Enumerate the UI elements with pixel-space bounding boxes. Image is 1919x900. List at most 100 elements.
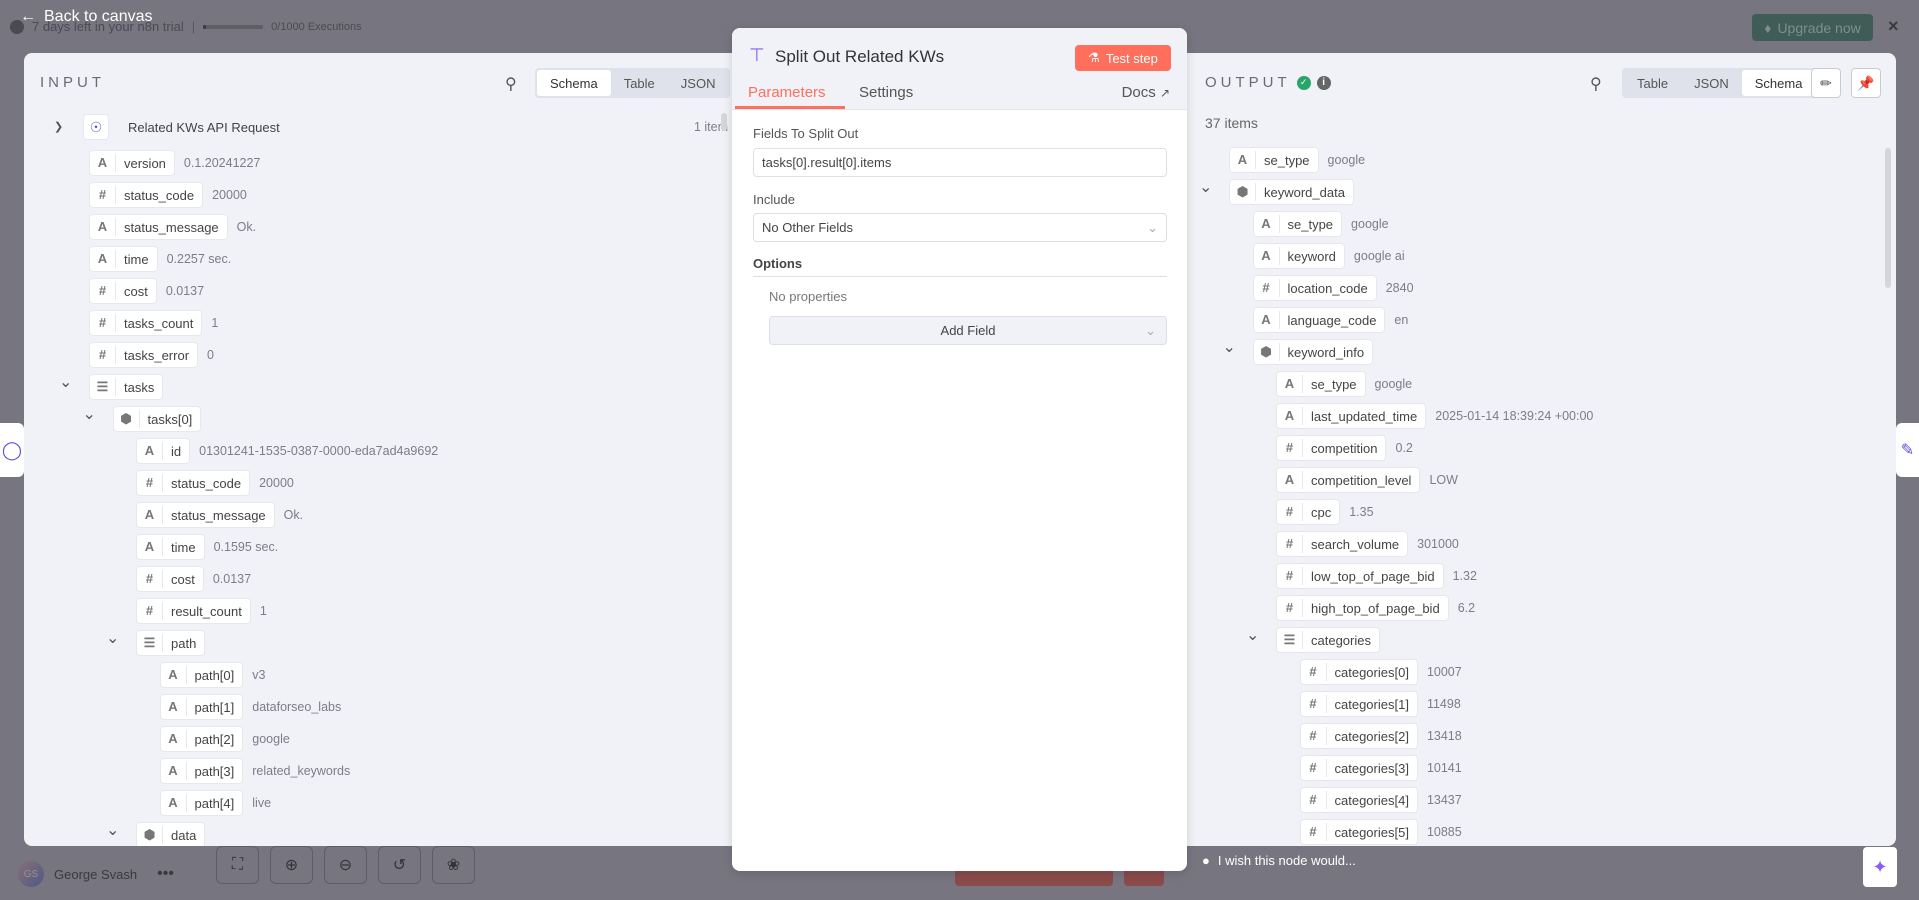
- info-icon[interactable]: i: [1316, 75, 1331, 90]
- schema-row[interactable]: Apath[3] related_keywords: [159, 758, 350, 784]
- schema-row[interactable]: Atime 0.1595 sec.: [136, 534, 278, 560]
- field-pill[interactable]: Apath[2]: [159, 726, 244, 752]
- schema-row[interactable]: Ase_type google: [1229, 147, 1365, 173]
- chevron-down-icon[interactable]: ⌄: [1199, 177, 1212, 197]
- field-pill[interactable]: # categories[1]: [1299, 691, 1418, 717]
- field-pill[interactable]: # tasks_count: [89, 310, 203, 336]
- field-pill[interactable]: ⬢ keyword_info: [1252, 339, 1374, 365]
- schema-row[interactable]: # categories[3] 10141: [1299, 755, 1462, 781]
- field-pill[interactable]: # low_top_of_page_bid: [1276, 563, 1444, 589]
- add-field-button[interactable]: Add Field ⌄: [769, 316, 1167, 345]
- field-pill[interactable]: Astatus_message: [136, 502, 275, 528]
- field-pill[interactable]: # competition: [1276, 435, 1387, 461]
- tab-schema[interactable]: Schema: [537, 70, 611, 96]
- schema-row[interactable]: # categories[0] 10007: [1299, 659, 1462, 685]
- tab-json[interactable]: JSON: [668, 70, 729, 96]
- schema-row[interactable]: ⌄ ⬢ keyword_info: [1223, 339, 1374, 365]
- debug-button[interactable]: ❀: [432, 846, 475, 884]
- field-pill[interactable]: Aversion: [89, 150, 175, 176]
- docs-link[interactable]: Docs ↗: [1122, 84, 1170, 101]
- pin-data-button[interactable]: 📌: [1851, 68, 1881, 98]
- schema-row[interactable]: # tasks_error 0: [89, 342, 214, 368]
- schema-row[interactable]: # categories[2] 13418: [1299, 723, 1462, 749]
- schema-row[interactable]: # search_volume 301000: [1276, 531, 1459, 557]
- schema-row[interactable]: # status_code 20000: [136, 470, 294, 496]
- fields-to-split-input[interactable]: tasks[0].result[0].items: [753, 148, 1167, 177]
- schema-row[interactable]: Ase_type google: [1276, 371, 1412, 397]
- schema-row[interactable]: Apath[0] v3: [159, 662, 265, 688]
- input-scrollbar[interactable]: [721, 113, 727, 131]
- source-node-row[interactable]: ❯ ☉ Related KWs API Request 1 item: [48, 114, 728, 140]
- field-pill[interactable]: Apath[4]: [159, 790, 244, 816]
- test-step-button[interactable]: ⚗ Test step: [1075, 45, 1171, 71]
- schema-row[interactable]: Alast_updated_time 2025-01-14 18:39:24 +0…: [1276, 403, 1593, 429]
- schema-row[interactable]: # cpc 1.35: [1276, 499, 1374, 525]
- schema-row[interactable]: Acompetition_level LOW: [1276, 467, 1458, 493]
- zoom-to-fit-button[interactable]: ⛶: [216, 846, 259, 884]
- field-pill[interactable]: # categories[3]: [1299, 755, 1418, 781]
- field-pill[interactable]: Ase_type: [1229, 147, 1319, 173]
- chevron-down-icon[interactable]: ⌄: [59, 372, 72, 392]
- schema-row[interactable]: # cost 0.0137: [136, 566, 251, 592]
- reset-zoom-button[interactable]: ↺: [378, 846, 421, 884]
- schema-row[interactable]: Apath[4] live: [159, 790, 271, 816]
- ai-assistant-button[interactable]: ✦: [1863, 847, 1897, 887]
- schema-row[interactable]: Alanguage_code en: [1252, 307, 1408, 333]
- schema-row[interactable]: Akeyword google ai: [1252, 243, 1405, 269]
- tab-schema[interactable]: Schema: [1741, 70, 1816, 96]
- tab-parameters[interactable]: Parameters: [748, 84, 826, 101]
- schema-row[interactable]: # tasks_count 1: [89, 310, 218, 336]
- field-pill[interactable]: ⬢ tasks[0]: [112, 406, 202, 432]
- field-pill[interactable]: Atime: [136, 534, 205, 560]
- user-menu[interactable]: GS George Svash •••: [18, 861, 174, 887]
- field-pill[interactable]: Astatus_message: [89, 214, 228, 240]
- field-pill[interactable]: ☰ categories: [1276, 627, 1380, 653]
- chevron-down-icon[interactable]: ⌄: [106, 820, 119, 840]
- schema-row[interactable]: ⌄ ⬢ data: [106, 822, 206, 846]
- more-icon[interactable]: •••: [157, 865, 174, 883]
- field-pill[interactable]: Aid: [136, 438, 191, 464]
- field-pill[interactable]: Apath[0]: [159, 662, 244, 688]
- schema-row[interactable]: ⌄ ☰ categories: [1246, 627, 1380, 653]
- zoom-in-button[interactable]: ⊕: [270, 846, 313, 884]
- field-pill[interactable]: # categories[4]: [1299, 787, 1418, 813]
- field-pill[interactable]: Apath[3]: [159, 758, 244, 784]
- feedback-prompt[interactable]: ● I wish this node would...: [1202, 853, 1356, 868]
- field-pill[interactable]: # result_count: [136, 598, 251, 624]
- include-select[interactable]: No Other Fields ⌄: [753, 213, 1167, 242]
- schema-row[interactable]: Atime 0.2257 sec.: [89, 246, 231, 272]
- zoom-out-button[interactable]: ⊖: [324, 846, 367, 884]
- field-pill[interactable]: # cpc: [1276, 499, 1341, 525]
- search-icon[interactable]: ⚲: [1590, 74, 1602, 94]
- back-to-canvas-button[interactable]: ← Back to canvas: [20, 8, 153, 26]
- field-pill[interactable]: ⬢ data: [136, 822, 206, 846]
- schema-row[interactable]: Ase_type google: [1252, 211, 1389, 237]
- field-pill[interactable]: # search_volume: [1276, 531, 1409, 557]
- schema-row[interactable]: Astatus_message Ok.: [89, 214, 256, 240]
- field-pill[interactable]: Atime: [89, 246, 158, 272]
- field-pill[interactable]: Apath[1]: [159, 694, 244, 720]
- chevron-down-icon[interactable]: ⌄: [83, 404, 96, 424]
- tab-settings[interactable]: Settings: [859, 84, 913, 101]
- field-pill[interactable]: Alast_updated_time: [1276, 403, 1427, 429]
- schema-row[interactable]: Apath[2] google: [159, 726, 290, 752]
- field-pill[interactable]: # categories[5]: [1299, 819, 1418, 845]
- field-pill[interactable]: # categories[0]: [1299, 659, 1418, 685]
- schema-row[interactable]: # cost 0.0137: [89, 278, 204, 304]
- schema-row[interactable]: Astatus_message Ok.: [136, 502, 303, 528]
- field-pill[interactable]: # categories[2]: [1299, 723, 1418, 749]
- chevron-down-icon[interactable]: ⌄: [1246, 625, 1259, 645]
- tab-json[interactable]: JSON: [1681, 70, 1742, 96]
- schema-row[interactable]: ⌄ ⬢ tasks[0]: [83, 406, 202, 432]
- schema-row[interactable]: # high_top_of_page_bid 6.2: [1276, 595, 1475, 621]
- schema-row[interactable]: Aversion 0.1.20241227: [89, 150, 260, 176]
- field-pill[interactable]: Akeyword: [1252, 243, 1345, 269]
- field-pill[interactable]: # tasks_error: [89, 342, 199, 368]
- tab-table[interactable]: Table: [611, 70, 668, 96]
- field-pill[interactable]: ☰ path: [136, 630, 206, 656]
- field-pill[interactable]: # status_code: [89, 182, 204, 208]
- close-icon[interactable]: ×: [1888, 16, 1899, 37]
- field-pill[interactable]: Ase_type: [1276, 371, 1366, 397]
- field-pill[interactable]: # cost: [89, 278, 157, 304]
- schema-row[interactable]: # categories[1] 11498: [1299, 691, 1461, 717]
